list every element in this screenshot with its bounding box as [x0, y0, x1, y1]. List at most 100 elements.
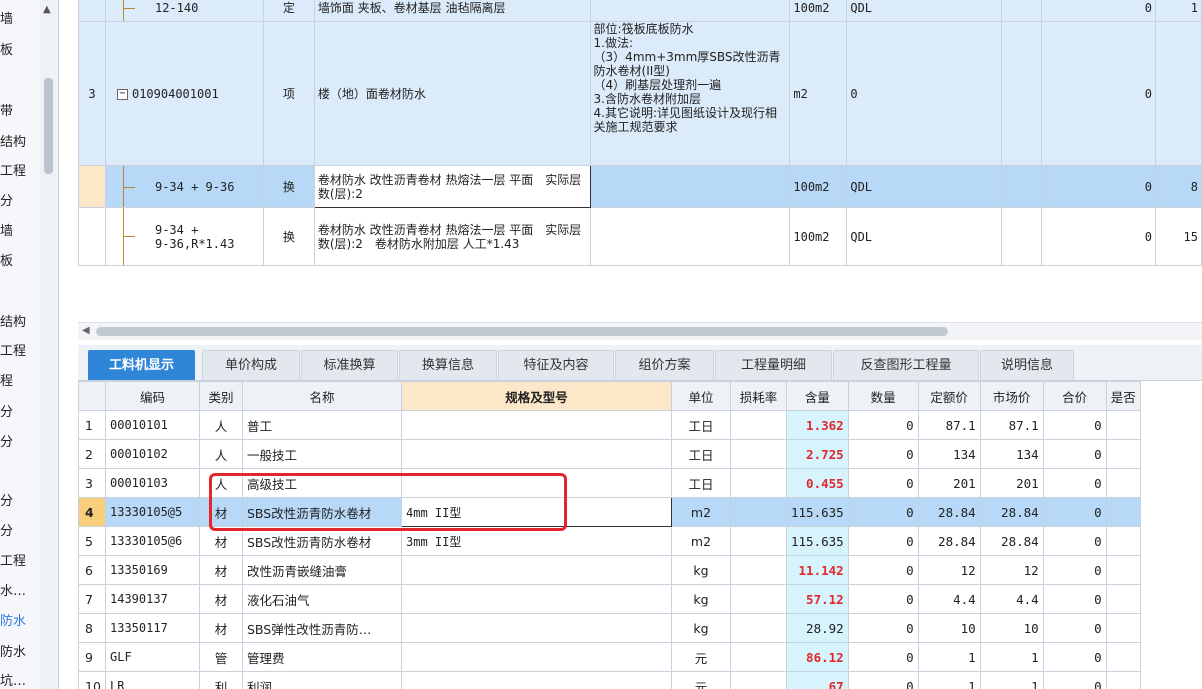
resource-code[interactable]: LR: [105, 671, 200, 689]
item-name[interactable]: 墙饰面 夹板、卷材基层 油毡隔离层: [313, 0, 591, 22]
tree-node[interactable]: 分: [0, 403, 40, 423]
tree-node[interactable]: 结构: [0, 313, 40, 333]
market-price[interactable]: 1: [979, 671, 1044, 689]
quantity-cell[interactable]: [1001, 21, 1043, 166]
resource-code[interactable]: 00010103: [105, 468, 200, 498]
resource-spec[interactable]: 3mm II型: [401, 526, 672, 556]
column-header[interactable]: 损耗率: [730, 381, 787, 411]
market-price[interactable]: 1: [979, 642, 1044, 672]
resource-row[interactable]: 2 00010102 人一般技工 工日 2.725 0 134 134 0: [78, 439, 1141, 469]
market-price[interactable]: 134: [979, 439, 1044, 469]
resource-name[interactable]: 液化石油气: [242, 584, 402, 614]
loss-rate[interactable]: [730, 584, 787, 614]
resource-code[interactable]: 13330105@5: [105, 497, 200, 527]
column-header[interactable]: 名称: [242, 381, 402, 411]
resource-row[interactable]: 6 13350169 材改性沥青嵌缝油膏 kg 11.142 0 12 12 0: [78, 555, 1141, 585]
resource-row[interactable]: 9 GLF 管管理费元 86.12 0 1 1 0: [78, 642, 1141, 672]
tree-node[interactable]: 坑…: [0, 672, 40, 689]
column-header[interactable]: 市场价: [979, 381, 1044, 411]
tree-node[interactable]: 墙: [0, 222, 40, 242]
tab-4[interactable]: 换算信息: [399, 350, 497, 380]
scroll-up-icon[interactable]: ▲: [43, 4, 51, 15]
sidebar-scrollbar[interactable]: ▲: [40, 0, 57, 689]
resource-row[interactable]: 5 13330105@6 材 SBS改性沥青防水卷材 3mm II型 m2 115.635 0…: [78, 526, 1141, 556]
horizontal-scroll-thumb[interactable]: [96, 327, 948, 336]
quantity-expression[interactable]: QDL: [846, 165, 1003, 208]
item-feature[interactable]: [589, 165, 791, 208]
tree-node[interactable]: 分: [0, 492, 40, 512]
column-header[interactable]: 规格及型号: [401, 381, 672, 411]
loss-rate[interactable]: [730, 439, 787, 469]
collapse-icon[interactable]: −: [116, 88, 128, 100]
resource-spec[interactable]: [401, 555, 672, 585]
content-value[interactable]: 11.142: [786, 555, 849, 585]
resource-spec[interactable]: [401, 410, 672, 440]
column-header[interactable]: 合价: [1042, 381, 1107, 411]
resource-spec[interactable]: [401, 468, 672, 498]
quantity-cell[interactable]: [1001, 207, 1043, 266]
market-price[interactable]: 28.84: [979, 526, 1044, 556]
tab-1[interactable]: 工料机显示: [88, 350, 195, 380]
loss-rate[interactable]: [730, 555, 787, 585]
tree-node[interactable]: 分: [0, 192, 40, 212]
tab-3[interactable]: 标准换算: [301, 350, 398, 380]
tree-node[interactable]: 墙: [0, 10, 40, 30]
tree-node[interactable]: 工程: [0, 552, 40, 572]
item-feature[interactable]: [589, 0, 791, 22]
content-value[interactable]: 67: [786, 671, 849, 689]
resource-row[interactable]: 8 13350117 材 SBS弹性改性沥青防… kg 28.92 0 10 10 0: [78, 613, 1141, 643]
market-price[interactable]: 12: [979, 555, 1044, 585]
content-value[interactable]: 2.725: [786, 439, 849, 469]
market-price[interactable]: 28.84: [979, 497, 1044, 527]
tab-9[interactable]: 说明信息: [980, 350, 1074, 380]
quantity-expression[interactable]: 0: [846, 21, 1003, 166]
column-header[interactable]: 含量: [786, 381, 849, 411]
column-header[interactable]: 单位: [671, 381, 731, 411]
column-header[interactable]: 定额价: [917, 381, 981, 411]
resource-spec[interactable]: 4mm II型: [401, 497, 672, 527]
scroll-left-icon[interactable]: ◀: [82, 325, 90, 336]
resource-code[interactable]: 00010101: [105, 410, 200, 440]
tab-8[interactable]: 反查图形工程量: [833, 350, 979, 380]
resource-code[interactable]: 14390137: [105, 584, 200, 614]
tree-node[interactable]: 板: [0, 252, 40, 272]
loss-rate[interactable]: [730, 642, 787, 672]
column-header[interactable]: 数量: [847, 381, 919, 411]
resource-name[interactable]: SBS改性沥青防水卷材: [242, 497, 402, 527]
quantity-expression[interactable]: QDL: [846, 0, 1003, 22]
quantity-cell[interactable]: [1001, 0, 1043, 22]
resource-spec[interactable]: [401, 671, 672, 689]
tab-7[interactable]: 工程量明细: [715, 350, 832, 380]
tree-node[interactable]: 防水: [0, 643, 40, 663]
column-header[interactable]: 类别: [199, 381, 243, 411]
content-value[interactable]: 28.92: [786, 613, 849, 643]
tab-2[interactable]: 单价构成: [202, 350, 300, 380]
resource-name[interactable]: 管理费: [242, 642, 402, 672]
item-row[interactable]: 9-34 + 9-36,R*1.43 换卷材防水 改性沥青卷材 热熔法一层 平面 …: [78, 207, 1202, 266]
market-price[interactable]: 87.1: [979, 410, 1044, 440]
resource-row[interactable]: 1 00010101 人普工 工日 1.362 0 87.1 87.1 0: [78, 410, 1141, 440]
resource-code[interactable]: GLF: [105, 642, 200, 672]
resource-name[interactable]: 普工: [242, 410, 402, 440]
tree-node[interactable]: 工程: [0, 342, 40, 362]
resource-name[interactable]: SBS改性沥青防水卷材: [242, 526, 402, 556]
resource-name[interactable]: 一般技工: [242, 439, 402, 469]
market-price[interactable]: 10: [979, 613, 1044, 643]
quantity-cell[interactable]: [1001, 165, 1043, 208]
column-header[interactable]: [78, 381, 106, 411]
item-feature[interactable]: [589, 207, 791, 266]
resource-spec[interactable]: [401, 439, 672, 469]
tree-node[interactable]: 板: [0, 41, 40, 61]
horizontal-scrollbar[interactable]: ◀: [78, 322, 1202, 340]
loss-rate[interactable]: [730, 497, 787, 527]
resource-spec[interactable]: [401, 584, 672, 614]
item-name[interactable]: 楼（地）面卷材防水: [313, 21, 591, 166]
market-price[interactable]: 4.4: [979, 584, 1044, 614]
resource-code[interactable]: 13350169: [105, 555, 200, 585]
content-value[interactable]: 57.12: [786, 584, 849, 614]
item-row[interactable]: 12-140 定墙饰面 夹板、卷材基层 油毡隔离层 100m2 QDL 0 1: [78, 0, 1202, 22]
resource-spec[interactable]: [401, 642, 672, 672]
resource-name[interactable]: 改性沥青嵌缝油膏: [242, 555, 402, 585]
item-name[interactable]: 卷材防水 改性沥青卷材 热熔法一层 平面 实际层数(层):2: [313, 165, 591, 208]
resource-row[interactable]: 10 LR 利利润元 67 0 1 1 0: [78, 671, 1141, 689]
